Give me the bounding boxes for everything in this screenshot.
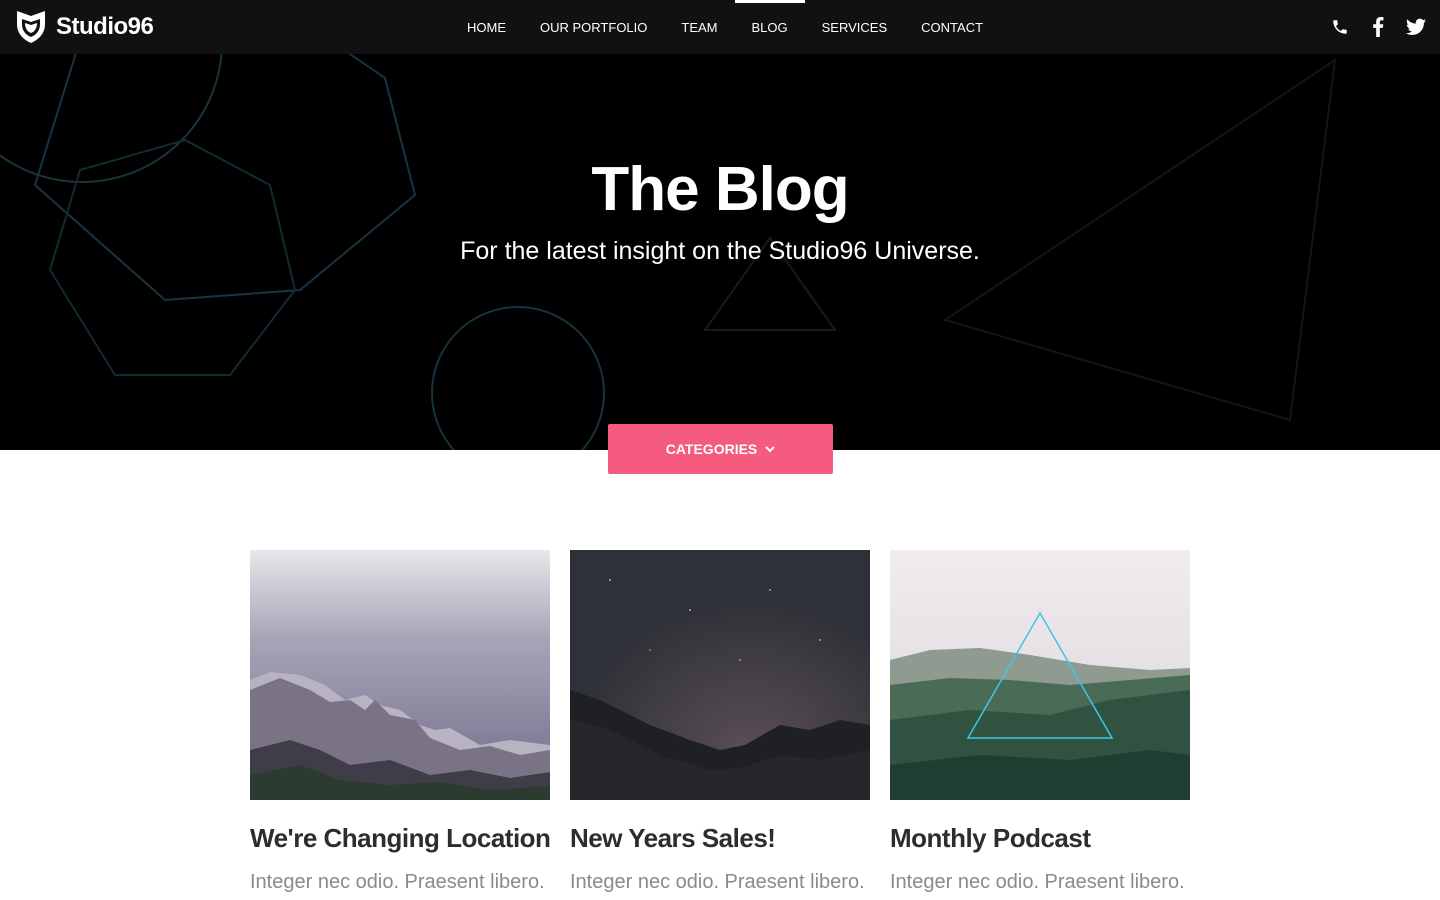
blog-post-card[interactable]: Monthly Podcast Integer nec odio. Praese…: [890, 550, 1190, 896]
top-navbar: Studio96 HOME OUR PORTFOLIO TEAM BLOG SE…: [0, 0, 1440, 54]
nav-item-blog[interactable]: BLOG: [734, 0, 805, 54]
post-image-snowy-mountains[interactable]: [250, 550, 550, 800]
categories-dropdown-button[interactable]: CATEGORIES: [608, 424, 833, 474]
shield-logo-icon: [17, 11, 45, 43]
page-subtitle: For the latest insight on the Studio96 U…: [460, 237, 980, 265]
categories-label: CATEGORIES: [665, 441, 758, 457]
twitter-icon[interactable]: [1406, 17, 1426, 37]
nav-item-services[interactable]: SERVICES: [805, 0, 905, 54]
hero-banner: The Blog For the latest insight on the S…: [0, 54, 1440, 450]
chevron-down-icon: [765, 445, 775, 452]
blog-post-card[interactable]: We're Changing Location Integer nec odio…: [250, 550, 551, 896]
nav-item-contact[interactable]: CONTACT: [904, 0, 1000, 54]
post-title[interactable]: Monthly Podcast: [890, 823, 1190, 854]
phone-icon[interactable]: [1330, 17, 1350, 37]
post-image-night-mountains[interactable]: [570, 550, 870, 800]
main-nav: HOME OUR PORTFOLIO TEAM BLOG SERVICES CO…: [450, 0, 1000, 54]
post-excerpt: Integer nec odio. Praesent libero.: [890, 871, 1185, 893]
blog-post-card[interactable]: New Years Sales! Integer nec odio. Praes…: [570, 550, 870, 896]
brand-logo[interactable]: Studio96: [16, 8, 154, 46]
page-title: The Blog: [591, 155, 849, 224]
nav-item-team[interactable]: TEAM: [664, 0, 734, 54]
facebook-icon[interactable]: [1368, 17, 1388, 37]
post-excerpt: Integer nec odio. Praesent libero.: [570, 871, 865, 893]
post-title[interactable]: We're Changing Location: [250, 823, 551, 854]
post-excerpt: Integer nec odio. Praesent libero.: [250, 871, 545, 893]
nav-item-our-portfolio[interactable]: OUR PORTFOLIO: [523, 0, 664, 54]
nav-item-home[interactable]: HOME: [450, 0, 523, 54]
post-image-forest-triangle[interactable]: [890, 550, 1190, 800]
blog-post-grid: We're Changing Location Integer nec odio…: [250, 550, 1190, 896]
social-links: [1330, 0, 1426, 54]
brand-name: Studio96: [56, 13, 154, 40]
post-title[interactable]: New Years Sales!: [570, 823, 870, 854]
